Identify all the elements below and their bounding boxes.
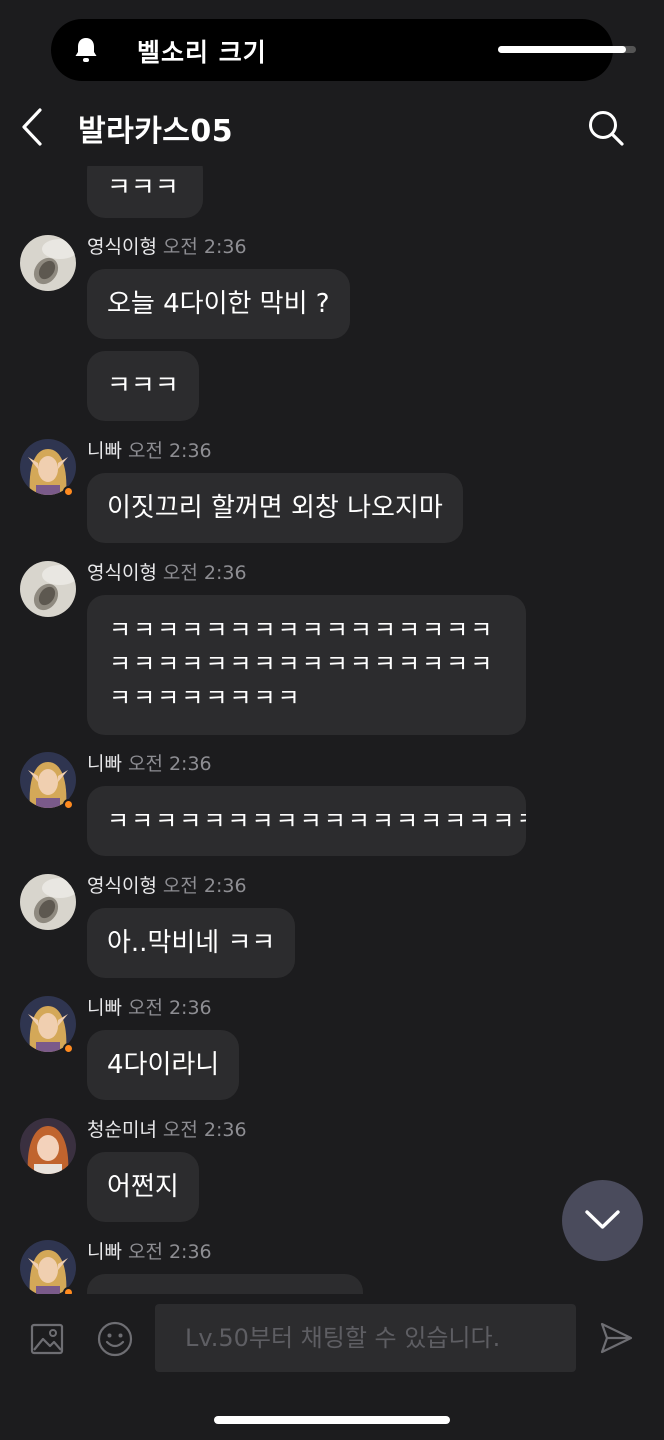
sender-name[interactable]: 영식이형 xyxy=(87,236,157,258)
bell-icon xyxy=(75,38,97,62)
avatar[interactable] xyxy=(20,1240,76,1294)
message-bubble[interactable]: ㅋㅋㅋ xyxy=(87,351,199,421)
message-bubble[interactable] xyxy=(87,1274,363,1294)
message-meta: 니빠 오전 2:36 xyxy=(87,439,212,463)
chat-room-title: 발라카스05 xyxy=(78,114,234,149)
avatar-shoe-image xyxy=(20,235,76,291)
search-icon[interactable] xyxy=(586,108,626,148)
message-bubble[interactable]: 어쩐지 xyxy=(87,1152,199,1222)
online-status-dot xyxy=(63,486,74,497)
sender-name[interactable]: 영식이형 xyxy=(87,875,157,897)
message-bubble[interactable]: ㅋㅋㅋㅋㅋㅋㅋㅋㅋㅋㅋㅋㅋㅋㅋㅋㅋㅋㅋㅋㅋㅋㅋㅋㅋㅋㅋㅋㅋㅋㅋㅋㅋㅋㅋㅋㅋㅋㅋㅋ xyxy=(87,595,526,735)
message-bubble[interactable]: 아..막비네 ㅋㅋ xyxy=(87,908,296,978)
message-meta: 니빠 오전 2:36 xyxy=(87,752,212,776)
message-time: 오전 2:36 xyxy=(127,1241,212,1263)
message-time: 오전 2:36 xyxy=(127,753,212,775)
online-status-dot xyxy=(63,799,74,810)
message-time: 오전 2:36 xyxy=(127,997,212,1019)
message-bubble[interactable]: 이짓끄리 할꺼면 외창 나오지마 xyxy=(87,473,463,543)
message-time: 오전 2:36 xyxy=(162,875,247,897)
message-time: 오전 2:36 xyxy=(127,440,212,462)
home-indicator[interactable] xyxy=(214,1416,450,1424)
online-status-dot xyxy=(63,1043,74,1054)
message-meta: 니빠 오전 2:36 xyxy=(87,1240,212,1264)
avatar-girl-image xyxy=(20,1118,76,1174)
back-arrow-icon[interactable] xyxy=(14,104,54,150)
message-meta: 청순미녀 오전 2:36 xyxy=(87,1118,247,1142)
message-meta: 니빠 오전 2:36 xyxy=(87,996,212,1020)
online-status-dot xyxy=(63,1287,74,1294)
avatar[interactable] xyxy=(20,874,76,930)
avatar[interactable] xyxy=(20,1118,76,1174)
sender-name[interactable]: 니빠 xyxy=(87,1241,122,1263)
sender-name[interactable]: 청순미녀 xyxy=(87,1119,157,1141)
message-input-bar: Lv.50부터 채팅할 수 있습니다. xyxy=(0,1296,664,1386)
message-meta: 영식이형 오전 2:36 xyxy=(87,874,247,898)
sender-name[interactable]: 니빠 xyxy=(87,997,122,1019)
avatar[interactable] xyxy=(20,235,76,291)
message-meta: 영식이형 오전 2:36 xyxy=(87,235,247,259)
message-input[interactable]: Lv.50부터 채팅할 수 있습니다. xyxy=(155,1304,576,1372)
volume-hud: 벨소리 크기 xyxy=(51,19,636,81)
sender-name[interactable]: 영식이형 xyxy=(87,562,157,584)
volume-level-fill xyxy=(498,46,627,53)
volume-label: 벨소리 크기 xyxy=(137,38,267,67)
avatar-shoe-image xyxy=(20,561,76,617)
chat-header: 발라카스05 xyxy=(0,96,664,160)
send-icon[interactable] xyxy=(598,1320,634,1356)
sender-name[interactable]: 니빠 xyxy=(87,440,122,462)
message-time: 오전 2:36 xyxy=(162,1119,247,1141)
sender-name[interactable]: 니빠 xyxy=(87,753,122,775)
message-time: 오전 2:36 xyxy=(162,562,247,584)
message-bubble[interactable]: ㅋㅋㅋ xyxy=(87,166,203,218)
message-time: 오전 2:36 xyxy=(162,236,247,258)
avatar-elf-image xyxy=(20,1240,76,1294)
emoji-icon[interactable] xyxy=(96,1320,134,1358)
message-meta: 영식이형 오전 2:36 xyxy=(87,561,247,585)
image-icon[interactable] xyxy=(30,1322,64,1356)
message-bubble[interactable]: 4다이라니 xyxy=(87,1030,240,1100)
volume-slider[interactable] xyxy=(498,46,636,53)
scroll-to-bottom-button[interactable] xyxy=(562,1180,643,1261)
chat-screen: 벨소리 크기 발라카스05 ㅋㅋㅋ 영식이형 오전 2:36 오늘 4다이한 막… xyxy=(0,0,664,1440)
message-bubble[interactable]: 오늘 4다이한 막비 ? xyxy=(87,269,350,339)
chevron-down-icon xyxy=(585,1210,620,1229)
message-list[interactable]: ㅋㅋㅋ 영식이형 오전 2:36 오늘 4다이한 막비 ? ㅋㅋㅋ 니빠 오전 … xyxy=(0,166,664,1294)
message-bubble[interactable]: ㅋㅋㅋㅋㅋㅋㅋㅋㅋㅋㅋㅋㅋㅋㅋㅋㅋㅋㅋㅋㅋㅋㅋ xyxy=(87,786,526,856)
avatar-shoe-image xyxy=(20,874,76,930)
avatar[interactable] xyxy=(20,561,76,617)
